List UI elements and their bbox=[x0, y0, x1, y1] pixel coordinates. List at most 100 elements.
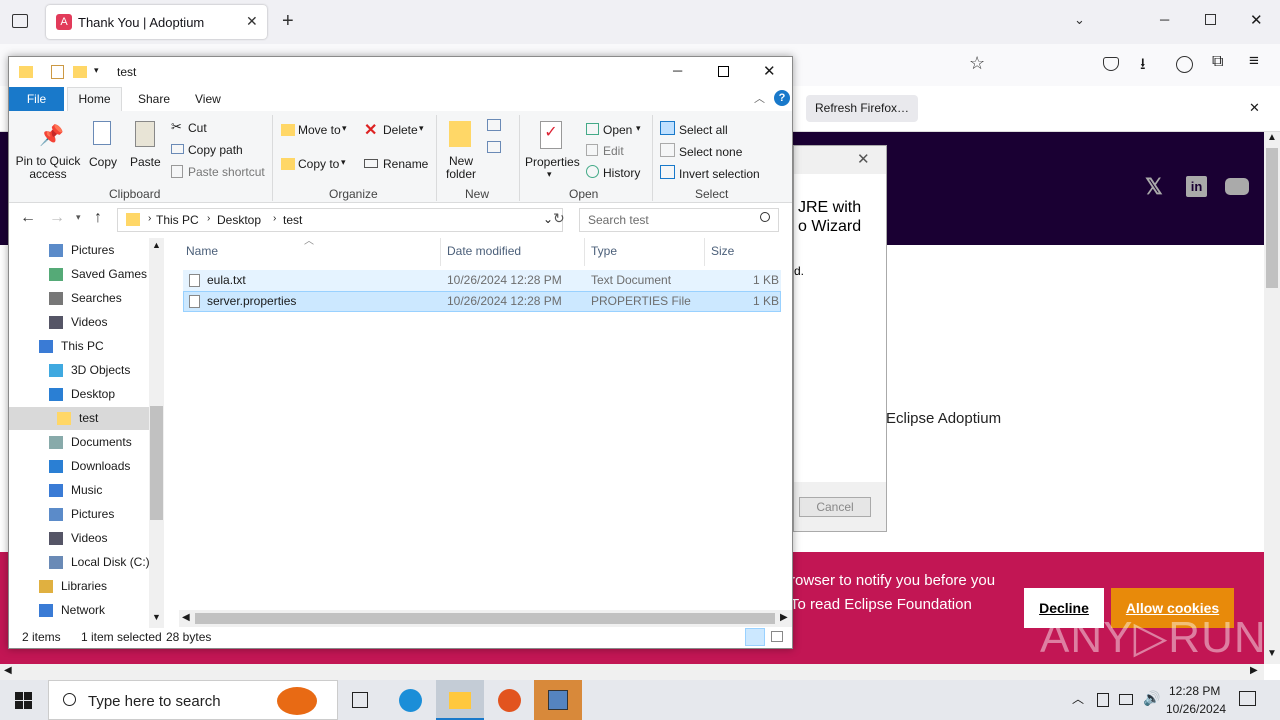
tab-file[interactable]: File bbox=[9, 87, 64, 111]
column-name[interactable]: Name bbox=[186, 244, 218, 258]
properties-button[interactable]: Properties bbox=[525, 155, 580, 169]
refresh-firefox-button[interactable]: Refresh Firefox… bbox=[806, 95, 918, 122]
pocket-icon[interactable] bbox=[1103, 57, 1119, 71]
taskbar-search[interactable]: Type here to search bbox=[48, 680, 338, 720]
new-folder-button[interactable]: New folder bbox=[443, 155, 479, 181]
large-icons-view-icon[interactable] bbox=[771, 631, 783, 642]
task-view-icon[interactable] bbox=[336, 680, 384, 720]
scroll-thumb[interactable] bbox=[1266, 148, 1278, 288]
sidebar-item-test[interactable]: test bbox=[9, 407, 149, 430]
extensions-icon[interactable]: ⧉ bbox=[1212, 53, 1223, 71]
select-none-button[interactable]: Select none bbox=[679, 145, 742, 159]
rename-button[interactable]: Rename bbox=[383, 157, 428, 171]
sidebar-item-saved-games[interactable]: Saved Games bbox=[9, 263, 149, 286]
sidebar-item-libraries[interactable]: Libraries bbox=[9, 575, 149, 598]
sidebar-item-desktop[interactable]: Desktop bbox=[9, 383, 149, 406]
download-icon[interactable]: ⭳ bbox=[1140, 53, 1146, 80]
edit-button[interactable]: Edit bbox=[603, 144, 624, 158]
restore-icon[interactable] bbox=[1205, 14, 1216, 25]
tab-home[interactable]: Home bbox=[67, 87, 122, 111]
start-windows-icon[interactable] bbox=[15, 692, 32, 709]
new-folder-qat-icon[interactable] bbox=[73, 66, 87, 78]
cut-button[interactable]: Cut bbox=[188, 121, 207, 135]
easy-access-icon[interactable] bbox=[487, 141, 501, 153]
content-horizontal-scrollbar[interactable]: ◀ ▶ bbox=[179, 610, 792, 627]
column-date[interactable]: Date modified bbox=[447, 244, 521, 258]
sidebar-item-3d-objects[interactable]: 3D Objects bbox=[9, 359, 149, 382]
address-bar[interactable]: › This PC › Desktop › test ⌄ bbox=[117, 208, 563, 232]
notifications-icon[interactable] bbox=[1239, 691, 1256, 706]
close-window-icon[interactable]: ✕ bbox=[1250, 11, 1263, 29]
nav-scroll-thumb[interactable] bbox=[150, 406, 163, 520]
copy-button[interactable]: Copy bbox=[89, 155, 117, 169]
paste-shortcut-button[interactable]: Paste shortcut bbox=[188, 165, 265, 179]
sidebar-item-this-pc[interactable]: This PC bbox=[9, 335, 149, 358]
clock-time[interactable]: 12:28 PM bbox=[1169, 684, 1220, 698]
column-size[interactable]: Size bbox=[711, 244, 734, 258]
sidebar-item-pictures[interactable]: Pictures bbox=[9, 239, 149, 262]
volume-icon[interactable]: 🔊 bbox=[1143, 690, 1160, 707]
sidebar-item-music[interactable]: Music bbox=[9, 479, 149, 502]
sidebar-item-pictures[interactable]: Pictures bbox=[9, 503, 149, 526]
chevron-down-icon[interactable]: ⌄ bbox=[1074, 12, 1085, 28]
breadcrumb-desktop[interactable]: Desktop bbox=[217, 213, 261, 227]
qat-dropdown-icon[interactable]: ▾ bbox=[94, 65, 99, 76]
sidebar-item-searches[interactable]: Searches bbox=[9, 287, 149, 310]
paste-button[interactable]: Paste bbox=[130, 155, 161, 169]
recent-dropdown-icon[interactable]: ▾ bbox=[76, 212, 81, 223]
firefox-icon[interactable] bbox=[486, 680, 534, 720]
address-dropdown-icon[interactable]: ⌄ bbox=[543, 212, 553, 226]
tray-device-icon[interactable] bbox=[1097, 693, 1109, 707]
bookmark-star-icon[interactable]: ☆ bbox=[969, 53, 985, 74]
network-icon[interactable] bbox=[1119, 694, 1133, 705]
wizard-close-icon[interactable]: ✕ bbox=[857, 150, 870, 168]
file-explorer-taskbar-icon[interactable] bbox=[436, 680, 484, 720]
linkedin-icon[interactable]: in bbox=[1186, 176, 1207, 197]
page-vertical-scrollbar[interactable]: ▲ ▼ bbox=[1264, 132, 1280, 664]
sidebar-item-videos[interactable]: Videos bbox=[9, 311, 149, 334]
details-view-icon[interactable] bbox=[745, 628, 765, 646]
breadcrumb-test[interactable]: test bbox=[283, 213, 302, 227]
nav-scrollbar[interactable]: ▲ ▼ bbox=[149, 238, 164, 628]
column-type[interactable]: Type bbox=[591, 244, 617, 258]
close-tab-icon[interactable]: ✕ bbox=[246, 13, 258, 30]
clock-date[interactable]: 10/26/2024 bbox=[1166, 702, 1226, 716]
refresh-icon[interactable]: ↻ bbox=[553, 210, 565, 227]
history-button[interactable]: History bbox=[603, 166, 640, 180]
tab-list-icon[interactable] bbox=[12, 14, 28, 28]
select-all-button[interactable]: Select all bbox=[679, 123, 728, 137]
new-tab-icon[interactable]: + bbox=[282, 10, 294, 33]
edge-icon[interactable] bbox=[386, 680, 434, 720]
browser-tab[interactable]: A Thank You | Adoptium ✕ bbox=[46, 5, 267, 39]
delete-button[interactable]: Delete bbox=[383, 123, 418, 137]
copy-path-button[interactable]: Copy path bbox=[188, 143, 243, 157]
minimize-icon[interactable]: ─ bbox=[1160, 12, 1169, 27]
close-notification-icon[interactable]: ✕ bbox=[1249, 100, 1260, 116]
maximize-icon[interactable] bbox=[718, 66, 729, 77]
forward-icon[interactable]: → bbox=[49, 209, 65, 227]
table-row[interactable]: server.properties 10/26/2024 12:28 PM PR… bbox=[183, 291, 781, 312]
breadcrumb-this-pc[interactable]: This PC bbox=[156, 213, 199, 227]
sidebar-item-local-disk-c[interactable]: Local Disk (C:) bbox=[9, 551, 150, 574]
content-scroll-thumb[interactable] bbox=[195, 613, 775, 624]
close-icon[interactable]: ✕ bbox=[763, 62, 776, 80]
new-item-icon[interactable] bbox=[487, 119, 501, 131]
sidebar-item-downloads[interactable]: Downloads bbox=[9, 455, 149, 478]
tab-share[interactable]: Share bbox=[138, 92, 170, 106]
pin-quick-access-button[interactable]: Pin to Quick access bbox=[15, 155, 81, 181]
open-button[interactable]: Open bbox=[603, 123, 632, 137]
tray-chevron-up-icon[interactable]: ︿ bbox=[1072, 690, 1084, 707]
up-icon[interactable]: ↑ bbox=[94, 209, 102, 227]
installer-taskbar-icon[interactable] bbox=[534, 680, 582, 720]
page-horizontal-scrollbar[interactable]: ◀ ▶ bbox=[0, 664, 1264, 680]
youtube-icon[interactable] bbox=[1225, 178, 1249, 195]
collapse-ribbon-icon[interactable]: ︿ bbox=[754, 90, 765, 106]
properties-qat-icon[interactable] bbox=[51, 65, 64, 79]
move-to-button[interactable]: Move to bbox=[298, 123, 341, 137]
sidebar-item-documents[interactable]: Documents bbox=[9, 431, 149, 454]
back-icon[interactable]: ← bbox=[20, 209, 36, 227]
x-icon[interactable]: 𝕏 bbox=[1145, 174, 1163, 200]
account-icon[interactable] bbox=[1176, 56, 1193, 73]
help-icon[interactable]: ? bbox=[774, 90, 790, 106]
copy-to-button[interactable]: Copy to bbox=[298, 157, 339, 171]
